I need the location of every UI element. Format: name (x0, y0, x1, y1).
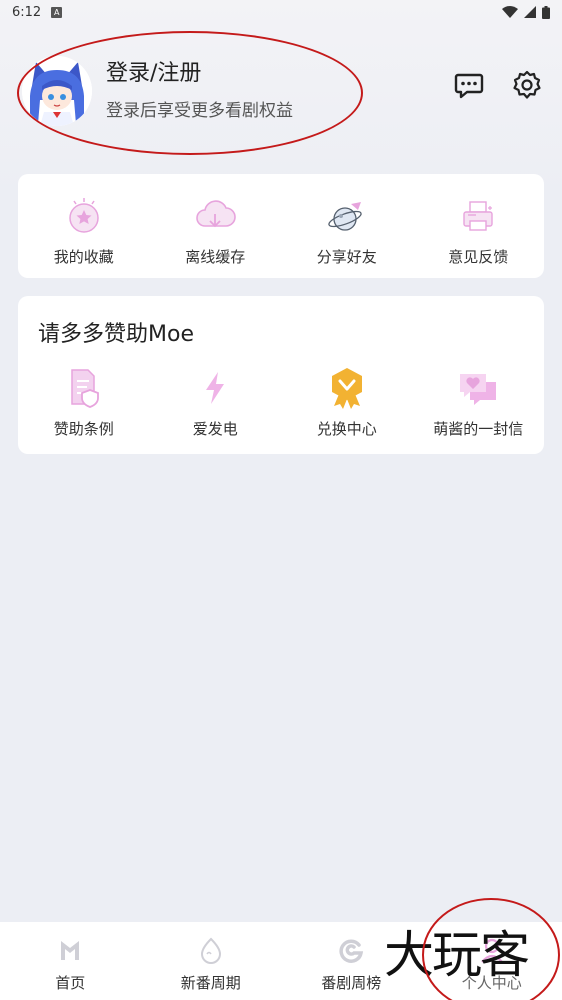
wifi-icon (502, 6, 518, 18)
favorites-button[interactable]: 我的收藏 (18, 194, 150, 267)
annotation-circle-profile-tab (422, 898, 560, 1000)
status-time: 6:12 (12, 4, 42, 20)
settings-gear-icon[interactable] (512, 70, 542, 100)
medal-icon (325, 366, 369, 410)
signal-icon (524, 6, 536, 18)
swirl-icon (337, 936, 365, 964)
notification-badge: A (51, 6, 63, 18)
status-bar: 6:12 A (0, 0, 562, 24)
home-m-icon (56, 936, 84, 964)
share-friends-label: 分享好友 (316, 248, 377, 266)
quick-actions-card: 我的收藏 离线缓存 分享好友 意见反馈 (18, 174, 544, 278)
favorite-star-icon (62, 194, 106, 238)
sponsor-terms-button[interactable]: 赞助条例 (18, 366, 150, 439)
sponsor-terms-label: 赞助条例 (53, 420, 114, 438)
nav-new-season-label: 新番周期 (180, 974, 241, 992)
redeem-center-button[interactable]: 兑换中心 (281, 366, 413, 439)
moe-letter-label: 萌酱的一封信 (433, 420, 524, 438)
afdian-label: 爱发电 (192, 420, 238, 438)
message-icon[interactable] (454, 70, 484, 100)
share-friends-button[interactable]: 分享好友 (281, 194, 413, 267)
nav-home-label: 首页 (55, 974, 86, 992)
favorites-label: 我的收藏 (53, 248, 114, 266)
nav-new-season[interactable]: 新番周期 (141, 922, 282, 1000)
sponsor-card: 请多多赞助Moe 赞助条例 爱发电 兑换中心 萌酱的一封信 (18, 296, 544, 454)
egg-icon (197, 936, 225, 964)
offline-cache-label: 离线缓存 (185, 248, 246, 266)
redeem-center-label: 兑换中心 (316, 420, 377, 438)
battery-icon (542, 5, 550, 19)
annotation-circle-login (17, 31, 363, 155)
nav-weekly-rank-label: 番剧周榜 (321, 974, 382, 992)
sponsor-title: 请多多赞助Moe (38, 322, 194, 347)
document-shield-icon (62, 366, 106, 410)
afdian-button[interactable]: 爱发电 (150, 366, 282, 439)
heart-message-icon (456, 366, 500, 410)
share-planet-icon (325, 194, 369, 238)
cloud-download-icon (193, 194, 237, 238)
feedback-printer-icon (456, 194, 500, 238)
lightning-icon (193, 366, 237, 410)
moe-letter-button[interactable]: 萌酱的一封信 (413, 366, 545, 439)
feedback-button[interactable]: 意见反馈 (413, 194, 545, 267)
offline-cache-button[interactable]: 离线缓存 (150, 194, 282, 267)
feedback-label: 意见反馈 (448, 248, 509, 266)
nav-home[interactable]: 首页 (0, 922, 141, 1000)
